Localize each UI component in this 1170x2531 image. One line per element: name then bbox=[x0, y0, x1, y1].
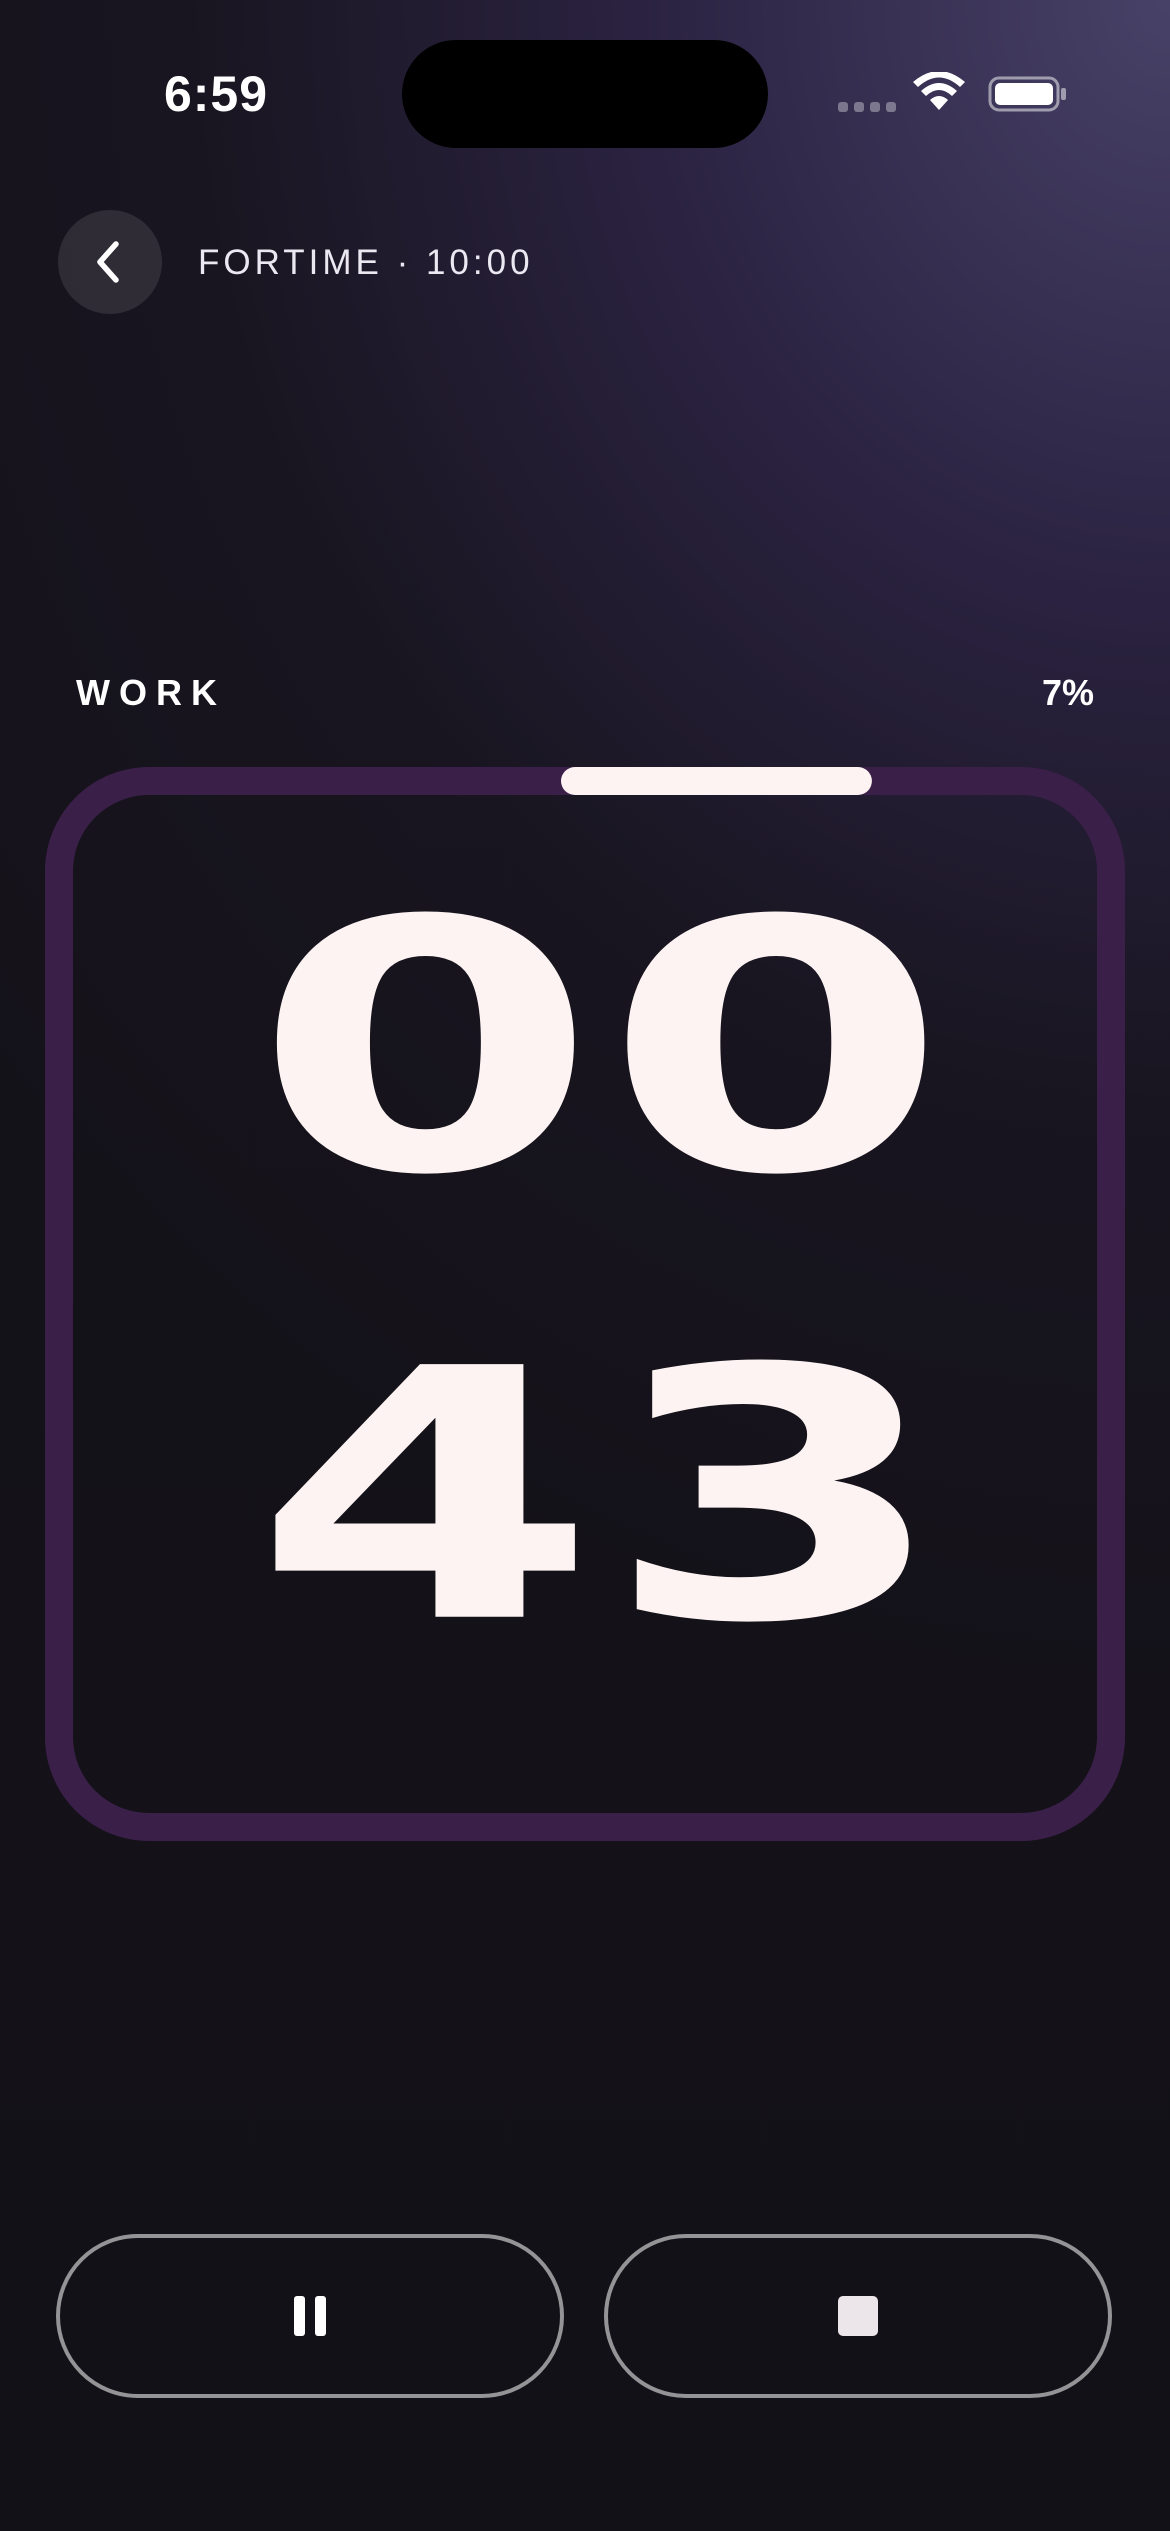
timer-minutes: 00 bbox=[253, 847, 955, 1251]
timer-frame: 00 43 bbox=[44, 766, 1126, 1842]
workout-title: FORTIME · 10:00 bbox=[198, 243, 534, 282]
progress-percent: 7% bbox=[1041, 672, 1094, 713]
wifi-icon bbox=[913, 72, 965, 110]
back-button[interactable] bbox=[58, 210, 162, 314]
stop-icon bbox=[838, 2296, 878, 2336]
chevron-left-icon bbox=[97, 241, 119, 283]
stop-button[interactable] bbox=[604, 2234, 1112, 2398]
status-time: 6:59 bbox=[163, 66, 269, 122]
battery-icon bbox=[988, 76, 1066, 112]
dynamic-island bbox=[402, 40, 768, 148]
timer-seconds: 43 bbox=[253, 1295, 955, 1699]
pause-button[interactable] bbox=[56, 2234, 564, 2398]
pause-icon bbox=[294, 2296, 326, 2336]
phase-label: WORK bbox=[76, 672, 226, 713]
cellular-signal-icon bbox=[838, 102, 898, 114]
